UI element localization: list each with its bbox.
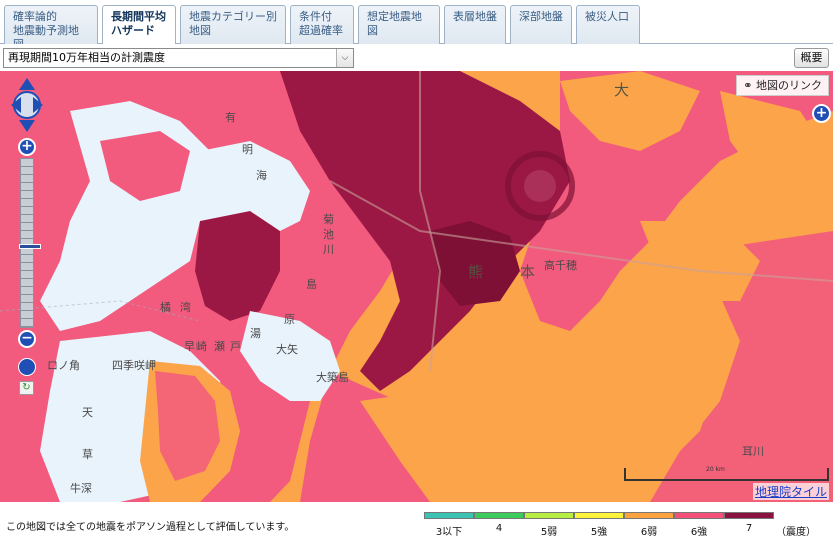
map-label: 牛深 [70, 482, 92, 495]
map-label: 川 [323, 243, 334, 256]
tab-label-line1: 地震カテゴリー別 [189, 10, 277, 23]
legend-unit: （震度） [776, 527, 816, 538]
map-label: 四季咲岬 [112, 359, 156, 372]
tab-label-line2: 地図 [189, 24, 211, 37]
map-label: 橘 [160, 301, 171, 314]
app-root: 確率論的 地震動予測地図 長期間平均 ハザード 地震カテゴリー別 地図 条件付 … [0, 0, 833, 557]
legend-item: 3以下 [424, 512, 474, 542]
zoom-slider[interactable] [19, 158, 41, 328]
tab-label-line1: 被災人口 [585, 10, 629, 23]
tab-long-term-hazard[interactable]: 長期間平均 ハザード [102, 5, 176, 45]
pan-arrows-icon[interactable] [9, 76, 45, 134]
chevron-down-icon[interactable]: ⌵ [336, 49, 353, 67]
legend-label: 5強 [590, 527, 608, 538]
select-value: 再現期間10万年相当の計測震度 [8, 51, 165, 64]
map-label: 池 [323, 228, 334, 241]
map-label: 菊 [323, 213, 334, 226]
map-label: 草 [82, 448, 93, 461]
tab-label-line2: 超過確率 [299, 24, 343, 37]
zoom-out-button[interactable]: − [18, 330, 36, 348]
tab-scenario-map[interactable]: 想定地震地図 [358, 5, 440, 44]
map-label: 戸 [230, 340, 241, 353]
tab-label-line1: 想定地震地図 [367, 10, 422, 37]
tab-affected-population[interactable]: 被災人口 [576, 5, 640, 44]
tile-credit-link[interactable]: 地理院タイル [752, 483, 829, 500]
legend-footer: この地図では全ての地震をポアソン過程として評価しています。 3以下 4 5弱 5… [0, 502, 833, 557]
tab-deep-ground[interactable]: 深部地盤 [510, 5, 572, 44]
add-layer-button[interactable]: + [812, 104, 831, 123]
poisson-note: この地図では全ての地震をポアソン過程として評価しています。 [6, 522, 295, 533]
tab-label-line1: 長期間平均 [111, 10, 166, 23]
overview-button[interactable]: 概要 [794, 48, 829, 68]
globe-icon[interactable] [18, 358, 36, 376]
legend-item: 5弱 [524, 512, 574, 542]
map-link-button[interactable]: ⚭ 地図のリンク [736, 75, 829, 96]
tab-bar: 確率論的 地震動予測地図 長期間平均 ハザード 地震カテゴリー別 地図 条件付 … [0, 0, 833, 51]
selector-row: 再現期間10万年相当の計測震度 ⌵ 概要 [0, 44, 833, 71]
legend-item: 7 [724, 512, 774, 542]
map-label-prefecture: 大 [614, 81, 630, 99]
map-label: 湯 [250, 327, 261, 340]
legend-label: 7 [745, 523, 753, 534]
map-label: 原 [284, 313, 295, 326]
legend-swatch [674, 512, 724, 519]
intensity-legend: 3以下 4 5弱 5強 6弱 6強 7 （震度） [424, 512, 816, 542]
legend-item: 6弱 [624, 512, 674, 542]
hazard-map[interactable]: 有 明 海 菊 池 川 橘 湾 島 原 早 崎 瀬 戸 湯 大矢 四季咲岬 ロノ… [0, 71, 833, 502]
scale-bar: 20 km [624, 466, 829, 481]
tab-category-map[interactable]: 地震カテゴリー別 地図 [180, 5, 286, 44]
map-label: 耳川 [742, 445, 764, 458]
map-label: 高千穂 [544, 259, 577, 272]
legend-swatch [524, 512, 574, 519]
map-label: 島 [306, 278, 317, 291]
map-label: 天 [82, 406, 93, 419]
tab-label-line1: 条件付 [299, 10, 332, 23]
legend-label: 3以下 [435, 527, 463, 538]
legend-label: 5弱 [540, 527, 558, 538]
map-label: 瀬 [214, 340, 225, 353]
zoom-control: + − [18, 138, 41, 348]
tab-label-line1: 確率論的 [13, 10, 57, 23]
map-label: ロノ角 [47, 359, 80, 372]
legend-label: 4 [495, 523, 503, 534]
map-label: 海 [256, 169, 267, 182]
map-type-select[interactable]: 再現期間10万年相当の計測震度 ⌵ [3, 48, 354, 68]
map-label: 大築島 [316, 371, 349, 384]
map-label: 明 [242, 143, 253, 156]
legend-swatch [574, 512, 624, 519]
map-label: 大矢 [276, 343, 298, 356]
map-label: 湾 [180, 301, 191, 314]
link-icon: ⚭ [743, 79, 753, 92]
legend-swatch [624, 512, 674, 519]
zoom-handle[interactable] [19, 244, 41, 249]
map-label-prefecture: 本 [520, 263, 536, 281]
pan-control[interactable] [9, 76, 45, 134]
tab-label-line1: 深部地盤 [519, 10, 563, 23]
legend-swatch [724, 512, 774, 519]
legend-swatch [474, 512, 524, 519]
tab-surface-ground[interactable]: 表層地盤 [444, 5, 506, 44]
map-label: 崎 [196, 340, 207, 353]
scale-label: 20 km [706, 466, 725, 473]
legend-item: 6強 [674, 512, 724, 542]
map-canvas [0, 71, 833, 502]
legend-item: 5強 [574, 512, 624, 542]
tab-probabilistic-map[interactable]: 確率論的 地震動予測地図 [4, 5, 98, 51]
map-label: 早 [184, 340, 195, 353]
map-label-prefecture: 熊 [468, 263, 484, 281]
refresh-icon[interactable]: ↻ [19, 381, 34, 395]
map-link-label: 地図のリンク [756, 79, 822, 92]
tab-label-line1: 表層地盤 [453, 10, 497, 23]
tab-label-line2: ハザード [111, 24, 155, 37]
legend-label: 6弱 [640, 527, 658, 538]
legend-label: 6強 [690, 527, 708, 538]
map-label: 有 [225, 111, 236, 124]
legend-swatch [424, 512, 474, 519]
tab-conditional-exceedance[interactable]: 条件付 超過確率 [290, 5, 354, 44]
legend-item: 4 [474, 512, 524, 542]
zoom-in-button[interactable]: + [18, 138, 36, 156]
